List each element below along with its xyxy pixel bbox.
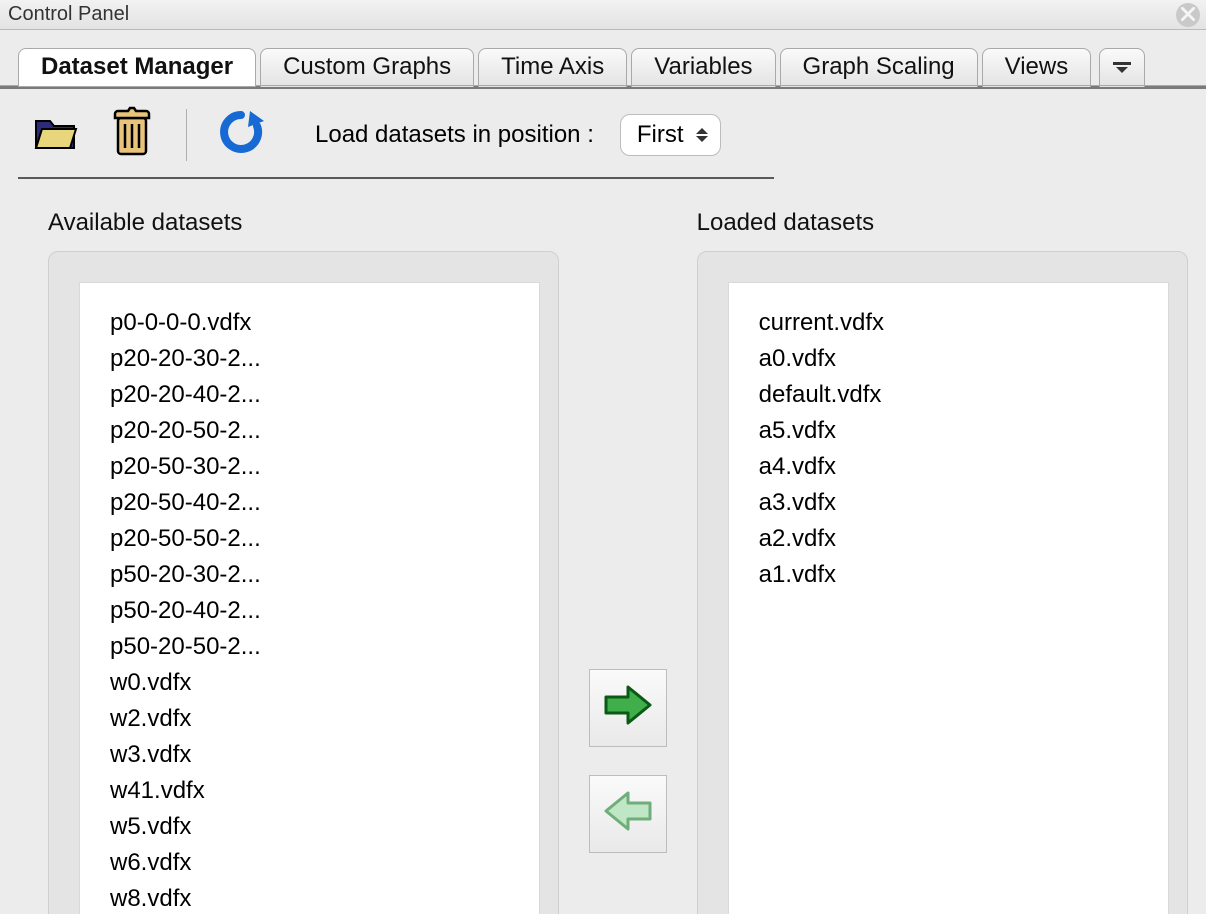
tab-label: Custom Graphs [283,53,451,80]
list-item[interactable]: a4.vdfx [759,449,1158,485]
list-item[interactable]: w2.vdfx [110,701,529,737]
list-item[interactable]: default.vdfx [759,377,1158,413]
tab-label: Views [1005,53,1069,80]
list-item[interactable]: p20-20-50-2... [110,413,529,449]
list-item[interactable]: a0.vdfx [759,341,1158,377]
position-select-value: First [637,121,684,149]
chevron-down-icon [1111,55,1133,79]
loaded-column: Loaded datasets current.vdfxa0.vdfxdefau… [697,209,1188,914]
list-item[interactable]: a3.vdfx [759,485,1158,521]
list-item[interactable]: p20-50-40-2... [110,485,529,521]
tab-graph-scaling[interactable]: Graph Scaling [780,48,978,87]
close-icon [1181,4,1195,27]
available-list[interactable]: p0-0-0-0.vdfxp20-20-30-2...p20-20-40-2..… [79,282,540,914]
tab-overflow-button[interactable] [1099,48,1145,87]
available-list-frame: p0-0-0-0.vdfxp20-20-30-2...p20-20-40-2..… [48,251,559,914]
list-item[interactable]: p20-50-30-2... [110,449,529,485]
transfer-buttons [559,209,697,914]
tab-strip: Dataset Manager Custom Graphs Time Axis … [0,30,1206,86]
dataset-dual-list: Available datasets p0-0-0-0.vdfxp20-20-3… [18,209,1188,914]
list-item[interactable]: p50-20-40-2... [110,593,529,629]
tab-custom-graphs[interactable]: Custom Graphs [260,48,474,87]
list-item[interactable]: p50-20-50-2... [110,629,529,665]
tab-variables[interactable]: Variables [631,48,775,87]
list-item[interactable]: a2.vdfx [759,521,1158,557]
tab-label: Dataset Manager [41,53,233,80]
list-item[interactable]: w6.vdfx [110,845,529,881]
available-title: Available datasets [48,209,559,237]
refresh-icon [216,107,266,164]
open-folder-button[interactable] [28,107,84,163]
list-item[interactable]: p20-20-30-2... [110,341,529,377]
tab-label: Graph Scaling [803,53,955,80]
list-item[interactable]: w5.vdfx [110,809,529,845]
list-item[interactable]: w8.vdfx [110,881,529,914]
available-column: Available datasets p0-0-0-0.vdfxp20-20-3… [48,209,559,914]
list-item[interactable]: p20-20-40-2... [110,377,529,413]
tab-dataset-manager[interactable]: Dataset Manager [18,48,256,87]
loaded-list[interactable]: current.vdfxa0.vdfxdefault.vdfxa5.vdfxa4… [728,282,1169,914]
tab-label: Variables [654,53,752,80]
list-item[interactable]: current.vdfx [759,305,1158,341]
refresh-button[interactable] [213,107,269,163]
window-title: Control Panel [8,3,129,26]
delete-button[interactable] [104,107,160,163]
list-item[interactable]: a1.vdfx [759,557,1158,593]
list-item[interactable]: p50-20-30-2... [110,557,529,593]
folder-open-icon [32,111,80,160]
tab-label: Time Axis [501,53,604,80]
list-item[interactable]: w0.vdfx [110,665,529,701]
select-caret-icon [696,128,710,142]
move-right-button[interactable] [589,669,667,747]
arrow-left-icon [602,789,654,840]
list-item[interactable]: a5.vdfx [759,413,1158,449]
toolbar-separator [186,109,187,161]
list-item[interactable]: w3.vdfx [110,737,529,773]
list-item[interactable]: p0-0-0-0.vdfx [110,305,529,341]
position-select[interactable]: First [620,114,721,156]
list-item[interactable]: w41.vdfx [110,773,529,809]
trash-icon [110,106,154,165]
arrow-right-icon [602,683,654,734]
list-item[interactable]: p20-50-50-2... [110,521,529,557]
tab-views[interactable]: Views [982,48,1092,87]
position-label: Load datasets in position : [315,121,594,149]
loaded-list-frame: current.vdfxa0.vdfxdefault.vdfxa5.vdfxa4… [697,251,1188,914]
loaded-title: Loaded datasets [697,209,1188,237]
window-titlebar: Control Panel [0,0,1206,30]
close-window-button[interactable] [1176,3,1200,27]
dataset-toolbar: Load datasets in position : First [18,103,774,179]
move-left-button[interactable] [589,775,667,853]
dataset-manager-panel: Load datasets in position : First Availa… [0,86,1206,914]
tab-time-axis[interactable]: Time Axis [478,48,627,87]
